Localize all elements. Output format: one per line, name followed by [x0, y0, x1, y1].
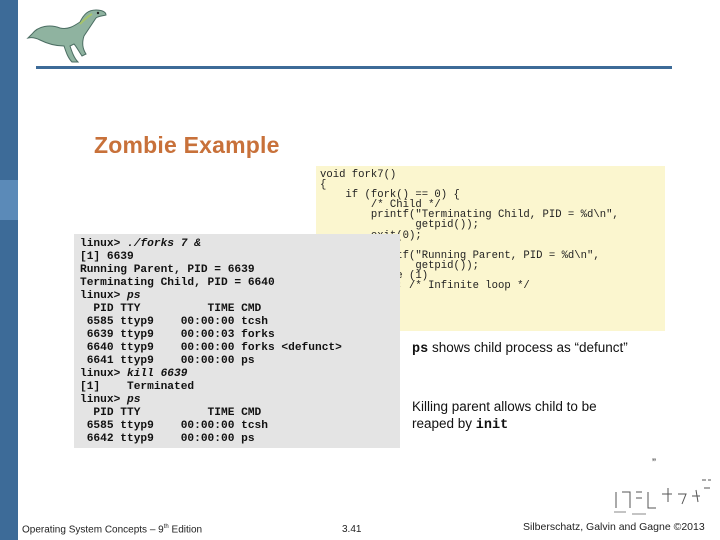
terminal-line-text: 6642 ttyp9 00:00:00 ps — [80, 433, 255, 445]
terminal-line-text: 6641 ttyp9 00:00:00 ps — [80, 355, 255, 367]
left-bar-segment-light — [0, 180, 18, 220]
slide-title: Zombie Example — [94, 132, 280, 158]
terminal-line: Terminating Child, PID = 6640 — [80, 277, 342, 290]
terminal-line: 6640 ttyp9 00:00:00 forks <defunct> — [80, 342, 342, 355]
terminal-line: [1] Terminated — [80, 381, 342, 394]
closing-quote-mark: ” — [652, 456, 656, 470]
terminal-line-text: [1] Terminated — [80, 381, 195, 393]
terminal-line-text: 6585 ttyp9 00:00:00 tcsh — [80, 420, 268, 432]
terminal-command: kill 6639 — [127, 368, 188, 380]
terminal-line-text: 6585 ttyp9 00:00:00 tcsh — [80, 316, 268, 328]
terminal-line: 6585 ttyp9 00:00:00 tcsh — [80, 316, 342, 329]
terminal-line-text: linux> — [80, 394, 127, 406]
caption-kill-line1: Killing parent allows child to be — [412, 399, 597, 414]
footer-title-prefix: Operating System Concepts – 9 — [22, 524, 164, 536]
caption-kill-line2-prefix: reaped by — [412, 416, 476, 431]
caption-kill-init: init — [475, 418, 509, 433]
terminal-command: ps — [127, 290, 141, 302]
terminal-line: 6585 ttyp9 00:00:00 tcsh — [80, 420, 342, 433]
caption-kill-parent: Killing parent allows child to be reaped… — [412, 398, 672, 434]
dinosaur-logo-icon — [26, 9, 107, 63]
terminal-line-text: 6640 ttyp9 00:00:00 forks <defunct> — [80, 342, 342, 354]
footer-copyright: Silberschatz, Galvin and Gagne ©2013 — [523, 521, 705, 533]
terminal-line: Running Parent, PID = 6639 — [80, 264, 342, 277]
terminal-line: PID TTY TIME CMD — [80, 303, 342, 316]
terminal-line: 6639 ttyp9 00:00:03 forks — [80, 329, 342, 342]
terminal-line-text: PID TTY TIME CMD — [80, 303, 262, 315]
scribble-mark — [614, 479, 711, 515]
code-line: void fork7() — [320, 169, 397, 181]
footer-title-suffix: Edition — [168, 524, 203, 536]
terminal-command: ./forks 7 & — [127, 238, 201, 250]
footer-book-title: Operating System Concepts – 9th Edition — [22, 524, 202, 535]
terminal-line: linux> kill 6639 — [80, 368, 342, 381]
caption-ps-text: shows child process as “defunct” — [428, 340, 628, 355]
page-number: 3.41 — [342, 524, 362, 535]
terminal-line-text: Running Parent, PID = 6639 — [80, 264, 255, 276]
left-bar-segment-bottom — [0, 220, 18, 540]
terminal-line-text: linux> — [80, 238, 127, 250]
caption-ps-defunct: ps shows child process as “defunct” — [412, 340, 628, 357]
terminal-panel: linux> ./forks 7 & [1] 6639 Running Parent… — [74, 234, 400, 448]
terminal-line-text: 6639 ttyp9 00:00:03 forks — [80, 329, 275, 341]
terminal-line: linux> ./forks 7 & — [80, 238, 342, 251]
terminal-command: ps — [127, 394, 141, 406]
terminal-line-text: PID TTY TIME CMD — [80, 407, 262, 419]
caption-kill-line2: reaped by init — [412, 415, 672, 434]
terminal-line: 6642 ttyp9 00:00:00 ps — [80, 433, 342, 446]
terminal-line: 6641 ttyp9 00:00:00 ps — [80, 355, 342, 368]
left-accent-bar — [0, 0, 18, 540]
terminal-line-text: linux> — [80, 290, 127, 302]
terminal-line: linux> ps — [80, 290, 342, 303]
left-bar-segment-top — [0, 0, 18, 180]
terminal-line-text: Terminating Child, PID = 6640 — [80, 277, 275, 289]
terminal-line-text: linux> — [80, 368, 127, 380]
header-rule — [36, 66, 672, 69]
terminal-line: [1] 6639 — [80, 251, 342, 264]
terminal-line-text: [1] 6639 — [80, 251, 134, 263]
terminal-output: linux> ./forks 7 & [1] 6639 Running Parent… — [80, 238, 342, 446]
terminal-line: linux> ps — [80, 394, 342, 407]
terminal-line: PID TTY TIME CMD — [80, 407, 342, 420]
caption-ps-command: ps — [412, 342, 429, 357]
